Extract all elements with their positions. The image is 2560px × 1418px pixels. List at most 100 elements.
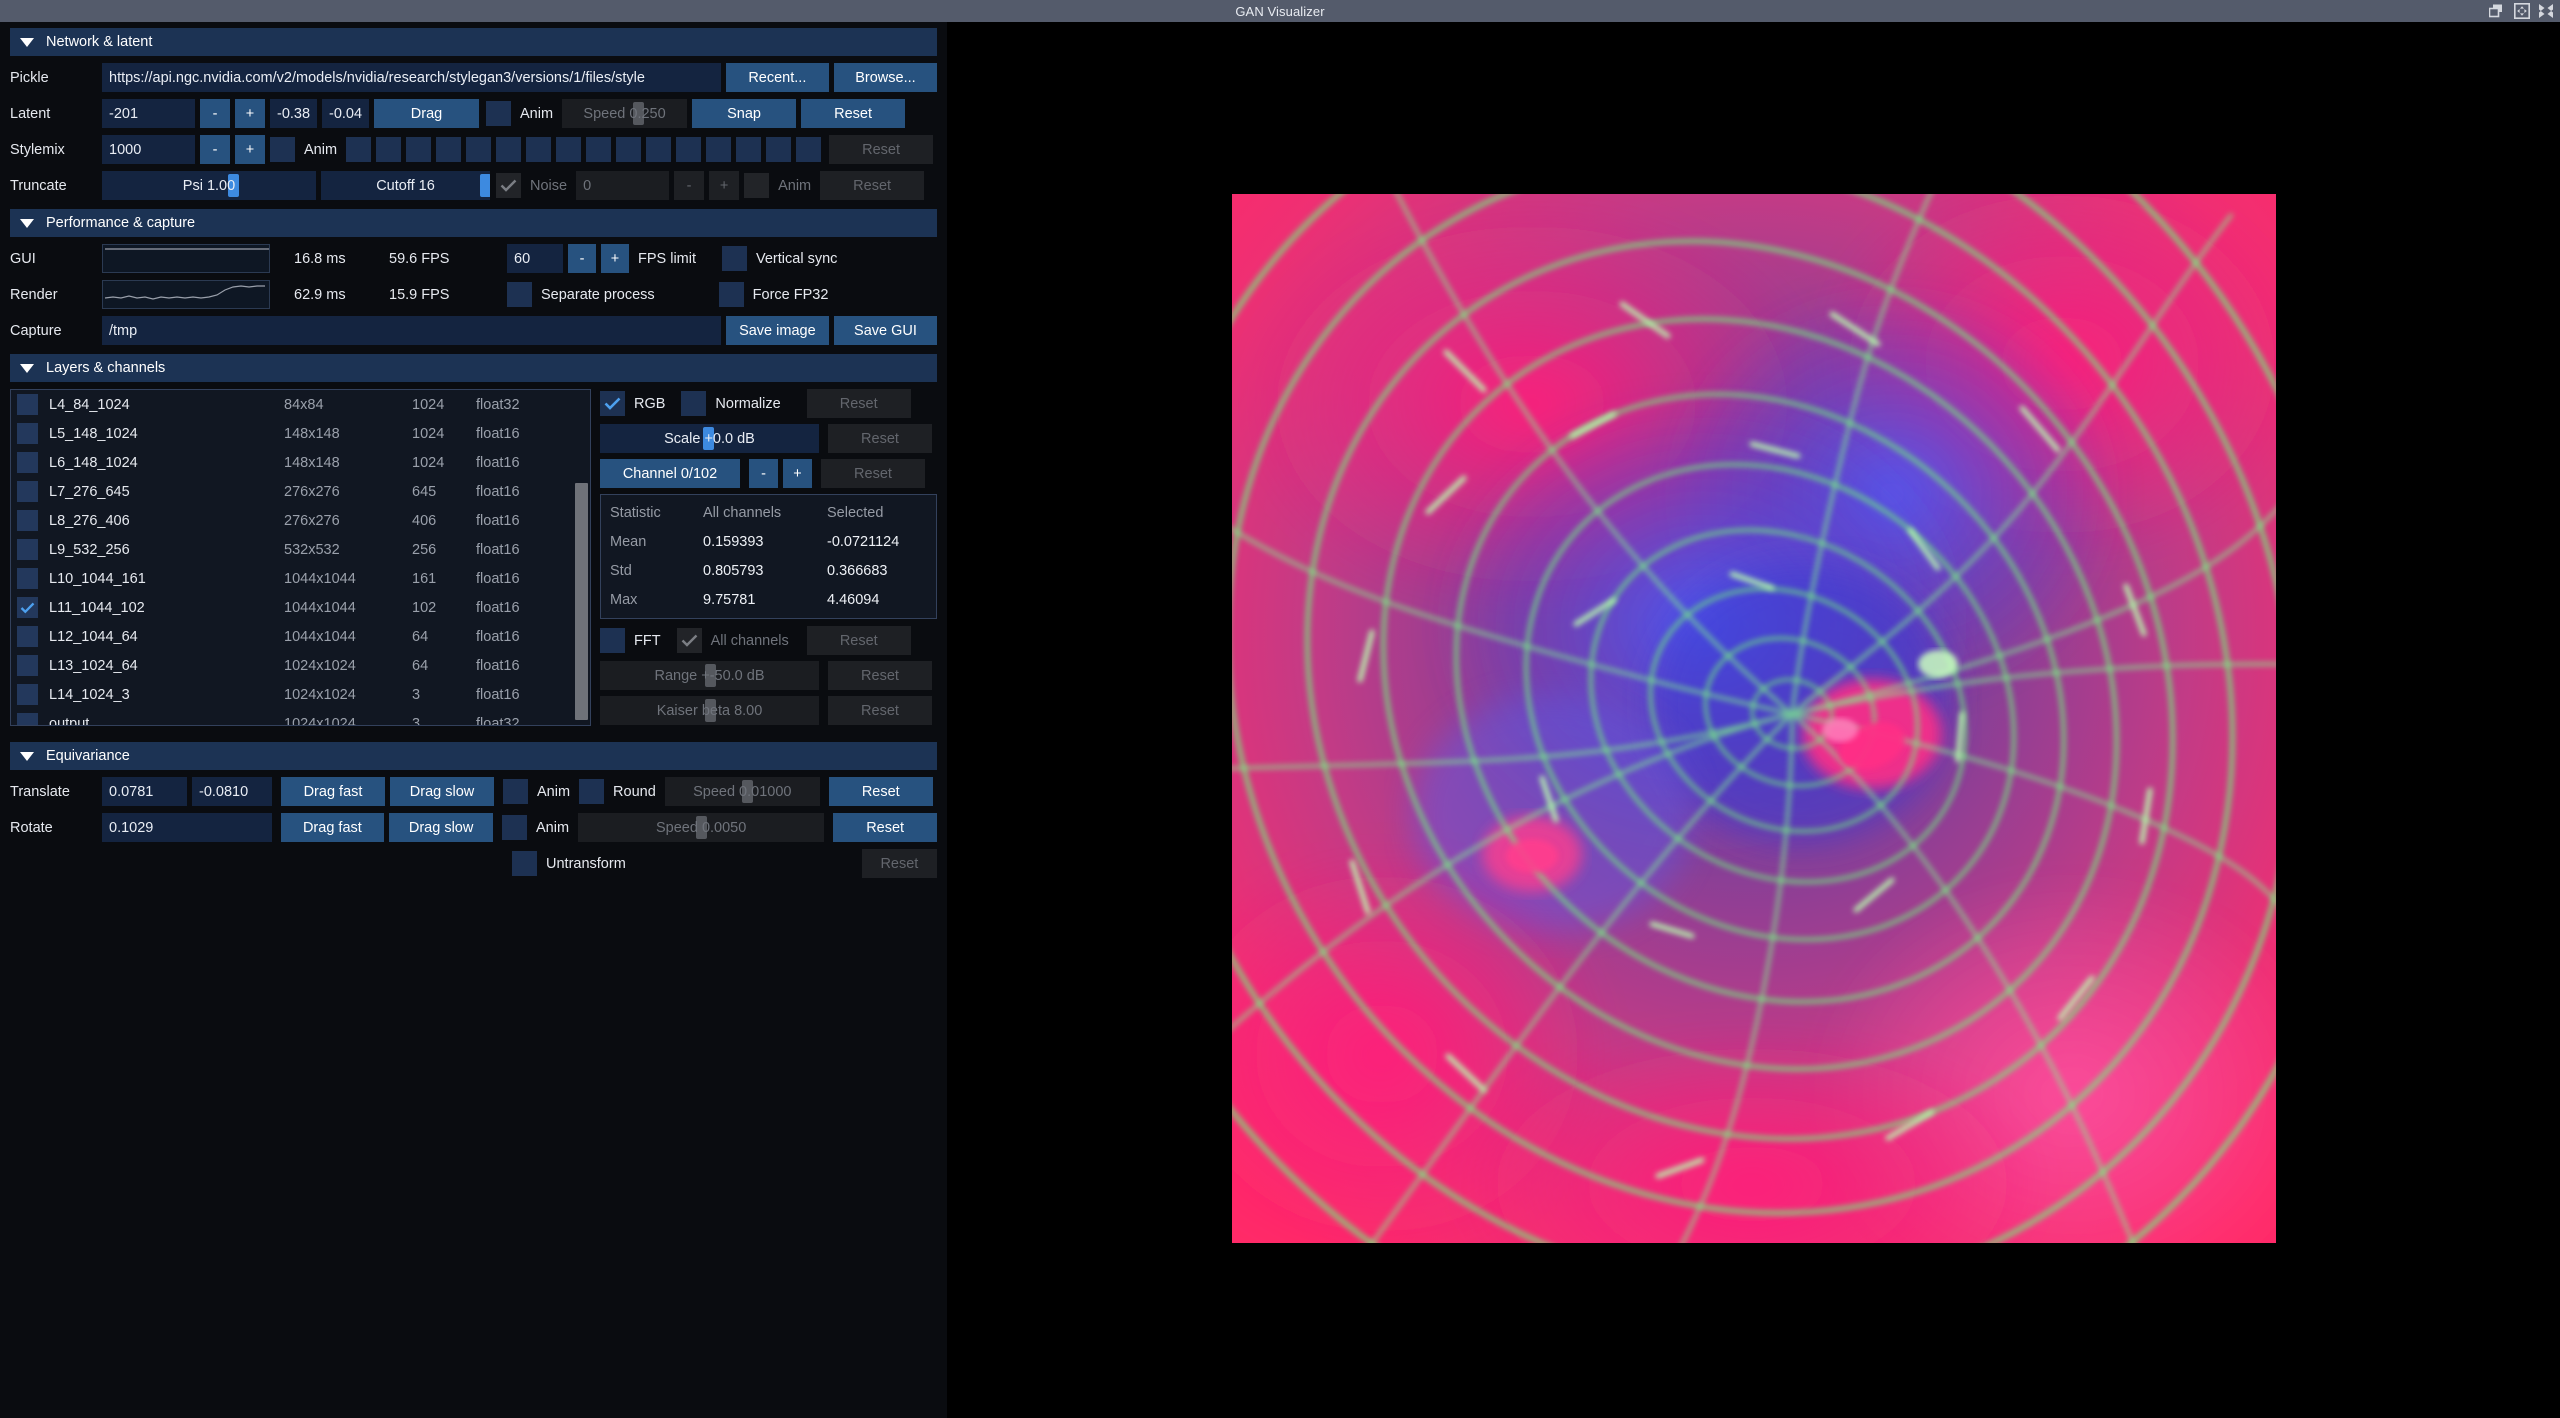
- truncate-noise-seed-input[interactable]: 0: [576, 171, 670, 200]
- layer-row[interactable]: L4_84_1024 84x84 1024 float32: [11, 390, 590, 419]
- stylemix-layer-checkbox-5[interactable]: [496, 137, 522, 162]
- section-header-performance[interactable]: Performance & capture: [10, 209, 937, 237]
- latent-anim-checkbox[interactable]: [486, 101, 511, 126]
- rotate-anim-checkbox[interactable]: [501, 815, 527, 840]
- fft-all-channels-checkbox[interactable]: [676, 628, 702, 653]
- translate-drag-slow-button[interactable]: Drag slow: [390, 777, 494, 806]
- channel-minus-button[interactable]: -: [749, 459, 778, 488]
- scale-slider[interactable]: Scale +0.0 dB: [600, 424, 819, 453]
- section-header-network[interactable]: Network & latent: [10, 28, 937, 56]
- truncate-cutoff-slider[interactable]: Cutoff 16: [321, 171, 490, 200]
- latent-seed-plus-button[interactable]: +: [235, 99, 265, 128]
- pickle-input[interactable]: https://api.ngc.nvidia.com/v2/models/nvi…: [102, 63, 721, 92]
- move-window-icon[interactable]: [2514, 3, 2530, 19]
- fft-checkbox[interactable]: [600, 628, 625, 653]
- truncate-noise-anim-checkbox[interactable]: [744, 173, 770, 198]
- layer-checkbox-L6_148_1024[interactable]: [17, 452, 38, 473]
- pickle-recent-button[interactable]: Recent...: [725, 63, 829, 92]
- truncate-noise-plus-button[interactable]: +: [709, 171, 740, 200]
- latent-speed-slider[interactable]: Speed 0.250: [562, 99, 688, 128]
- restore-window-icon[interactable]: [2489, 4, 2506, 18]
- layer-list[interactable]: L4_84_1024 84x84 1024 float32 L5_148_1024 148…: [10, 389, 591, 726]
- layer-row[interactable]: L10_1044_161 1044x1044 161 float16: [11, 564, 590, 593]
- truncate-reset-button[interactable]: Reset: [820, 171, 925, 200]
- stylemix-plus-button[interactable]: +: [235, 135, 265, 164]
- vertical-sync-checkbox[interactable]: [722, 246, 747, 271]
- layer-checkbox-L11_1044_102[interactable]: [17, 597, 38, 618]
- rotate-speed-slider[interactable]: Speed 0.0050: [578, 813, 825, 842]
- translate-round-checkbox[interactable]: [579, 779, 605, 804]
- layer-row[interactable]: L5_148_1024 148x148 1024 float16: [11, 419, 590, 448]
- rgb-checkbox[interactable]: [600, 391, 625, 416]
- scale-reset-button[interactable]: Reset: [828, 424, 932, 453]
- stylemix-layer-checkbox-10[interactable]: [646, 137, 672, 162]
- stylemix-layer-checkbox-12[interactable]: [706, 137, 732, 162]
- generated-image-viewport[interactable]: [1232, 194, 2276, 1243]
- channel-reset-button[interactable]: Reset: [821, 459, 925, 488]
- stylemix-layer-checkbox-7[interactable]: [556, 137, 582, 162]
- fft-range-slider[interactable]: Range +-50.0 dB: [600, 661, 819, 690]
- stylemix-layer-checkbox-3[interactable]: [436, 137, 462, 162]
- rotate-drag-slow-button[interactable]: Drag slow: [389, 813, 493, 842]
- fft-range-reset-button[interactable]: Reset: [828, 661, 932, 690]
- stylemix-layer-checkbox-15[interactable]: [796, 137, 822, 162]
- layer-checkbox-L4_84_1024[interactable]: [17, 394, 38, 415]
- latent-y-input[interactable]: -0.04: [322, 99, 369, 128]
- rotate-value-input[interactable]: 0.1029: [102, 813, 272, 842]
- stylemix-layer-checkbox-14[interactable]: [766, 137, 792, 162]
- layer-row[interactable]: L14_1024_3 1024x1024 3 float16: [11, 680, 590, 709]
- layer-checkbox-L5_148_1024[interactable]: [17, 423, 38, 444]
- latent-snap-button[interactable]: Snap: [692, 99, 797, 128]
- stylemix-layer-checkbox-11[interactable]: [676, 137, 702, 162]
- layer-checkbox-L7_276_645[interactable]: [17, 481, 38, 502]
- fps-limit-minus-button[interactable]: -: [568, 244, 596, 273]
- fps-limit-plus-button[interactable]: +: [601, 244, 629, 273]
- fft-reset-button[interactable]: Reset: [806, 626, 911, 655]
- stylemix-layer-checkbox-9[interactable]: [616, 137, 642, 162]
- layer-checkbox-L14_1024_3[interactable]: [17, 684, 38, 705]
- rotate-reset-button[interactable]: Reset: [833, 813, 937, 842]
- stylemix-layer-checkbox-6[interactable]: [526, 137, 552, 162]
- latent-x-input[interactable]: -0.38: [270, 99, 317, 128]
- latent-drag-button[interactable]: Drag: [374, 99, 479, 128]
- translate-x-input[interactable]: 0.0781: [102, 777, 187, 806]
- untransform-checkbox[interactable]: [512, 851, 537, 876]
- kaiser-reset-button[interactable]: Reset: [828, 696, 932, 725]
- section-header-layers[interactable]: Layers & channels: [10, 354, 937, 382]
- layer-checkbox-L9_532_256[interactable]: [17, 539, 38, 560]
- latent-seed-input[interactable]: -201: [102, 99, 195, 128]
- layer-checkbox-L12_1044_64[interactable]: [17, 626, 38, 647]
- layer-row[interactable]: output 1024x1024 3 float32: [11, 709, 590, 725]
- translate-reset-button[interactable]: Reset: [828, 777, 933, 806]
- layer-checkbox-output[interactable]: [17, 713, 38, 725]
- normalize-checkbox[interactable]: [681, 391, 707, 416]
- resize-window-icon[interactable]: [2538, 3, 2554, 19]
- channel-selector-button[interactable]: Channel 0/102: [600, 459, 740, 488]
- layer-row[interactable]: L13_1024_64 1024x1024 64 float16: [11, 651, 590, 680]
- layer-row[interactable]: L12_1044_64 1044x1044 64 float16: [11, 622, 590, 651]
- translate-speed-slider[interactable]: Speed 0.01000: [664, 777, 820, 806]
- translate-y-input[interactable]: -0.0810: [192, 777, 272, 806]
- untransform-reset-button[interactable]: Reset: [861, 849, 937, 878]
- stylemix-minus-button[interactable]: -: [200, 135, 230, 164]
- stylemix-layer-checkbox-0[interactable]: [346, 137, 372, 162]
- stylemix-seed-input[interactable]: 1000: [102, 135, 195, 164]
- latent-reset-button[interactable]: Reset: [801, 99, 906, 128]
- fps-limit-input[interactable]: 60: [507, 244, 563, 273]
- stylemix-layer-checkbox-4[interactable]: [466, 137, 492, 162]
- save-gui-button[interactable]: Save GUI: [833, 316, 938, 345]
- layer-row[interactable]: L9_532_256 532x532 256 float16: [11, 535, 590, 564]
- stylemix-layer-checkbox-13[interactable]: [736, 137, 762, 162]
- stylemix-reset-button[interactable]: Reset: [829, 135, 934, 164]
- layer-row[interactable]: L8_276_406 276x276 406 float16: [11, 506, 590, 535]
- rotate-drag-fast-button[interactable]: Drag fast: [280, 813, 385, 842]
- rgb-reset-button[interactable]: Reset: [806, 389, 911, 418]
- layer-row[interactable]: L7_276_645 276x276 645 float16: [11, 477, 590, 506]
- channel-plus-button[interactable]: +: [783, 459, 812, 488]
- stylemix-layer-checkbox-1[interactable]: [376, 137, 402, 162]
- force-fp32-checkbox[interactable]: [718, 282, 744, 307]
- latent-seed-minus-button[interactable]: -: [200, 99, 230, 128]
- stylemix-layer-checkbox-2[interactable]: [406, 137, 432, 162]
- save-image-button[interactable]: Save image: [725, 316, 829, 345]
- stylemix-layer-checkbox-8[interactable]: [586, 137, 612, 162]
